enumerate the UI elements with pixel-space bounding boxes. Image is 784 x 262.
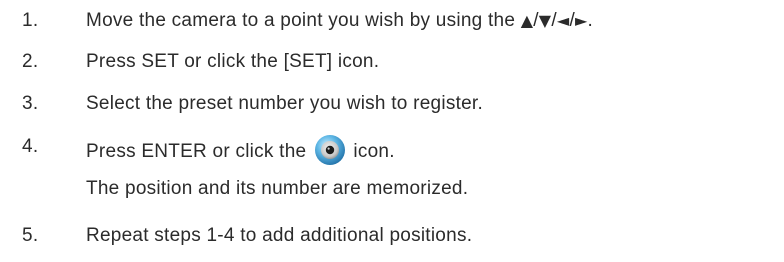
step-5: 5. Repeat steps 1-4 to add additional po… bbox=[0, 215, 784, 255]
step-text: Press ENTER or click the icon. bbox=[86, 134, 395, 168]
enter-icon bbox=[314, 134, 346, 166]
step-text: Move the camera to a point you wish by u… bbox=[86, 10, 593, 32]
step-3: 3. Select the preset number you wish to … bbox=[0, 83, 784, 123]
step-1: 1. Move the camera to a point you wish b… bbox=[0, 0, 784, 40]
step-text: Repeat steps 1-4 to add additional posit… bbox=[86, 225, 473, 246]
step-number: 3. bbox=[22, 93, 39, 114]
step-number: 5. bbox=[22, 225, 39, 246]
step-text-part: Move the camera to a point you wish by u… bbox=[86, 10, 521, 31]
arrow-left-icon: ◄ bbox=[556, 11, 570, 30]
arrow-right-icon: ► bbox=[574, 11, 588, 30]
step-2: 2. Press SET or click the [SET] icon. bbox=[0, 41, 784, 81]
step-text: Select the preset number you wish to reg… bbox=[86, 93, 483, 114]
arrow-up-icon: ▲ bbox=[520, 11, 534, 30]
step-4: 4. Press ENTER or click the icon. The po… bbox=[0, 126, 784, 206]
step-text-part: . bbox=[587, 10, 594, 31]
step-text: Press SET or click the [SET] icon. bbox=[86, 51, 380, 72]
step-number: 2. bbox=[22, 51, 39, 72]
instruction-steps: 1. Move the camera to a point you wish b… bbox=[0, 0, 784, 262]
step-subtext: The position and its number are memorize… bbox=[86, 178, 469, 199]
step-number: 1. bbox=[22, 10, 39, 31]
step-text-part: Press ENTER or click the bbox=[86, 141, 312, 163]
step-number: 4. bbox=[22, 136, 39, 157]
arrow-down-icon: ▼ bbox=[538, 11, 552, 30]
step-text-part: icon. bbox=[347, 141, 395, 163]
